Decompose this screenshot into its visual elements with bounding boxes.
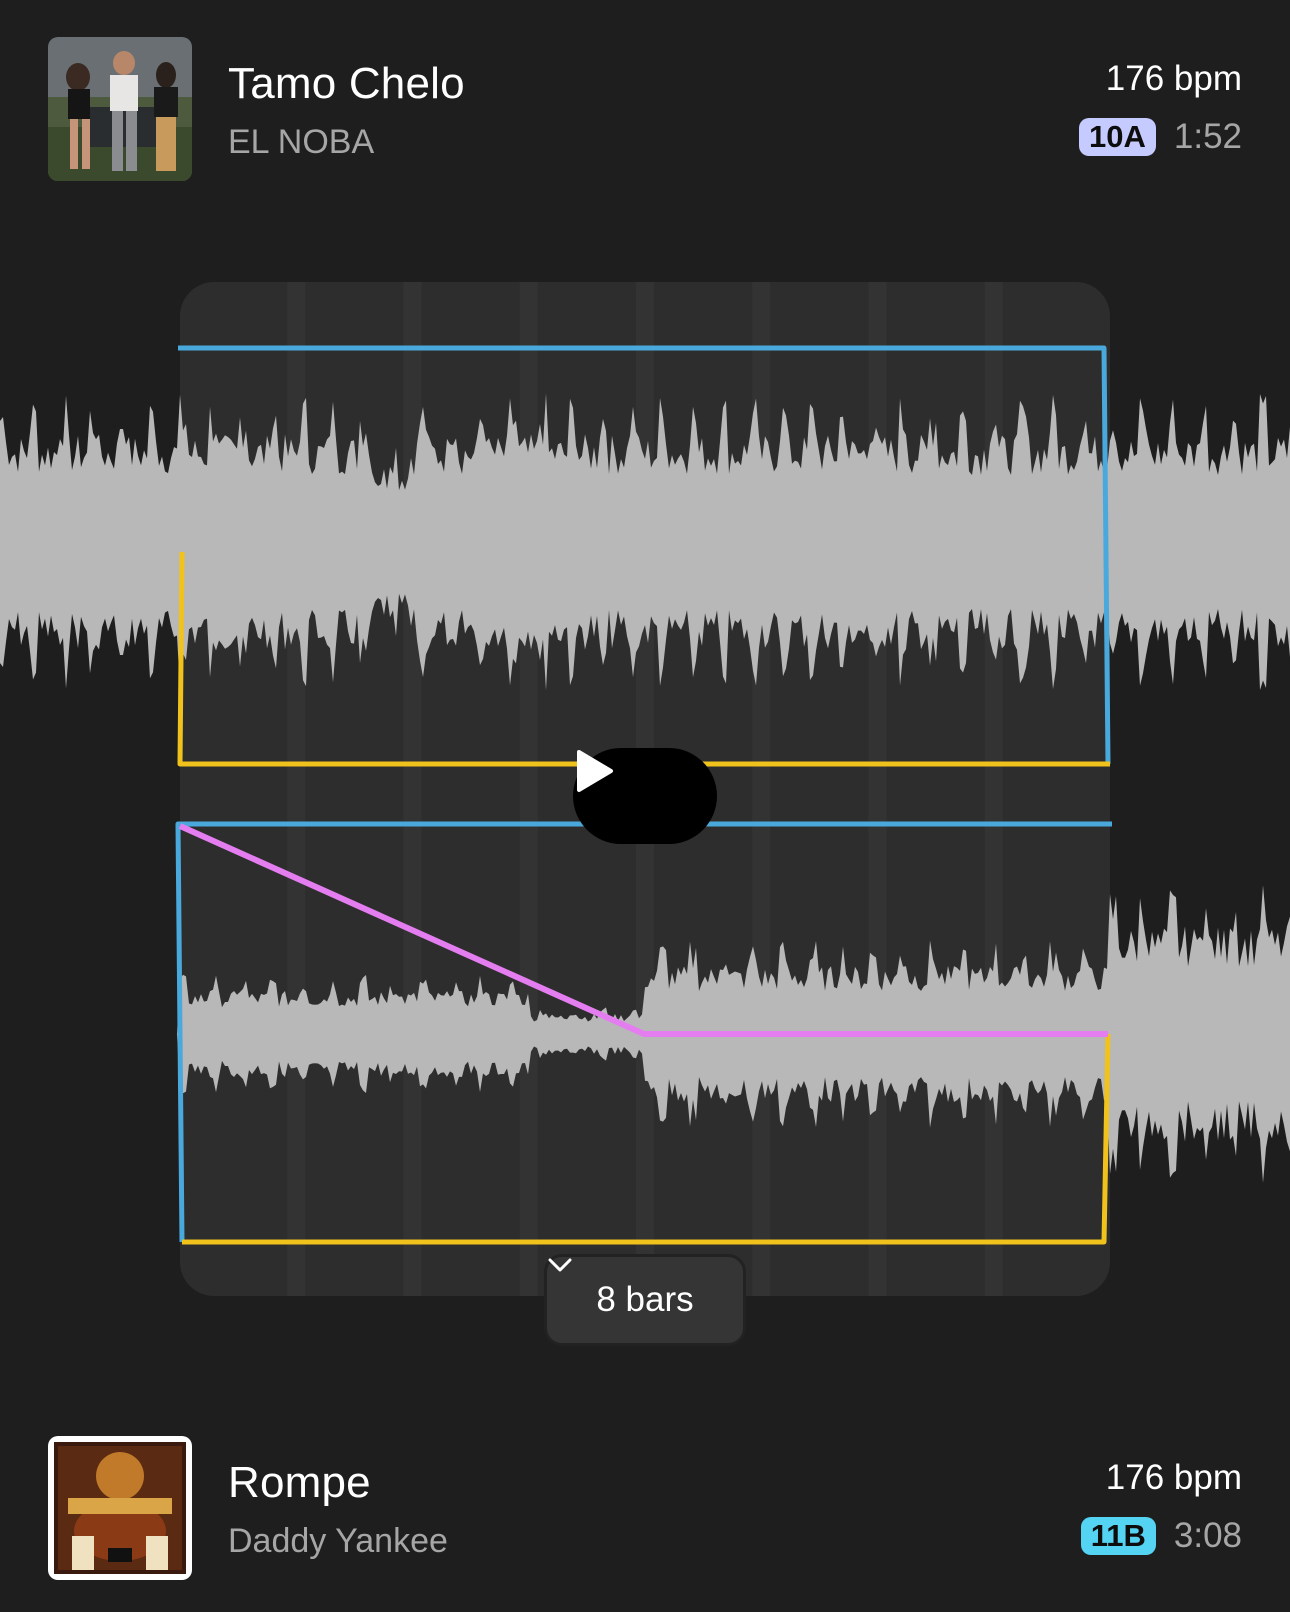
current-track-key-badge: 10A: [1079, 118, 1156, 156]
bars-length-dropdown[interactable]: 8 bars: [544, 1254, 746, 1346]
bar-divider: [519, 282, 538, 1296]
current-track-bpm: 176 bpm: [1105, 59, 1242, 98]
play-icon: [577, 750, 613, 792]
album-cover-image-icon: [48, 37, 192, 181]
next-track-cover: [48, 1436, 192, 1580]
current-track-row[interactable]: Tamo Chelo EL NOBA 176 bpm 10A 1:52: [48, 37, 1242, 181]
bars-length-label: 8 bars: [596, 1280, 694, 1319]
next-track-artist: Daddy Yankee: [228, 1522, 448, 1560]
current-track-artist: EL NOBA: [228, 123, 375, 161]
album-cover-image-icon: [48, 1436, 192, 1580]
current-track-meta: 10A 1:52: [1079, 117, 1242, 157]
next-track-duration: 3:08: [1173, 1516, 1242, 1555]
next-track-row[interactable]: Rompe Daddy Yankee 176 bpm 11B 3:08: [48, 1436, 1242, 1580]
next-track-bpm: 176 bpm: [1105, 1458, 1242, 1497]
current-track-title: Tamo Chelo: [228, 59, 465, 108]
next-track-title: Rompe: [228, 1458, 371, 1507]
current-track-cover: [48, 37, 192, 181]
play-button[interactable]: [573, 748, 717, 844]
transition-editor[interactable]: 8 bars: [0, 280, 1290, 1360]
next-track-meta: 11B 3:08: [1080, 1516, 1242, 1556]
chevron-down-icon: [548, 1258, 572, 1272]
next-track-key-badge: 11B: [1080, 1517, 1156, 1555]
current-track-duration: 1:52: [1173, 117, 1242, 156]
